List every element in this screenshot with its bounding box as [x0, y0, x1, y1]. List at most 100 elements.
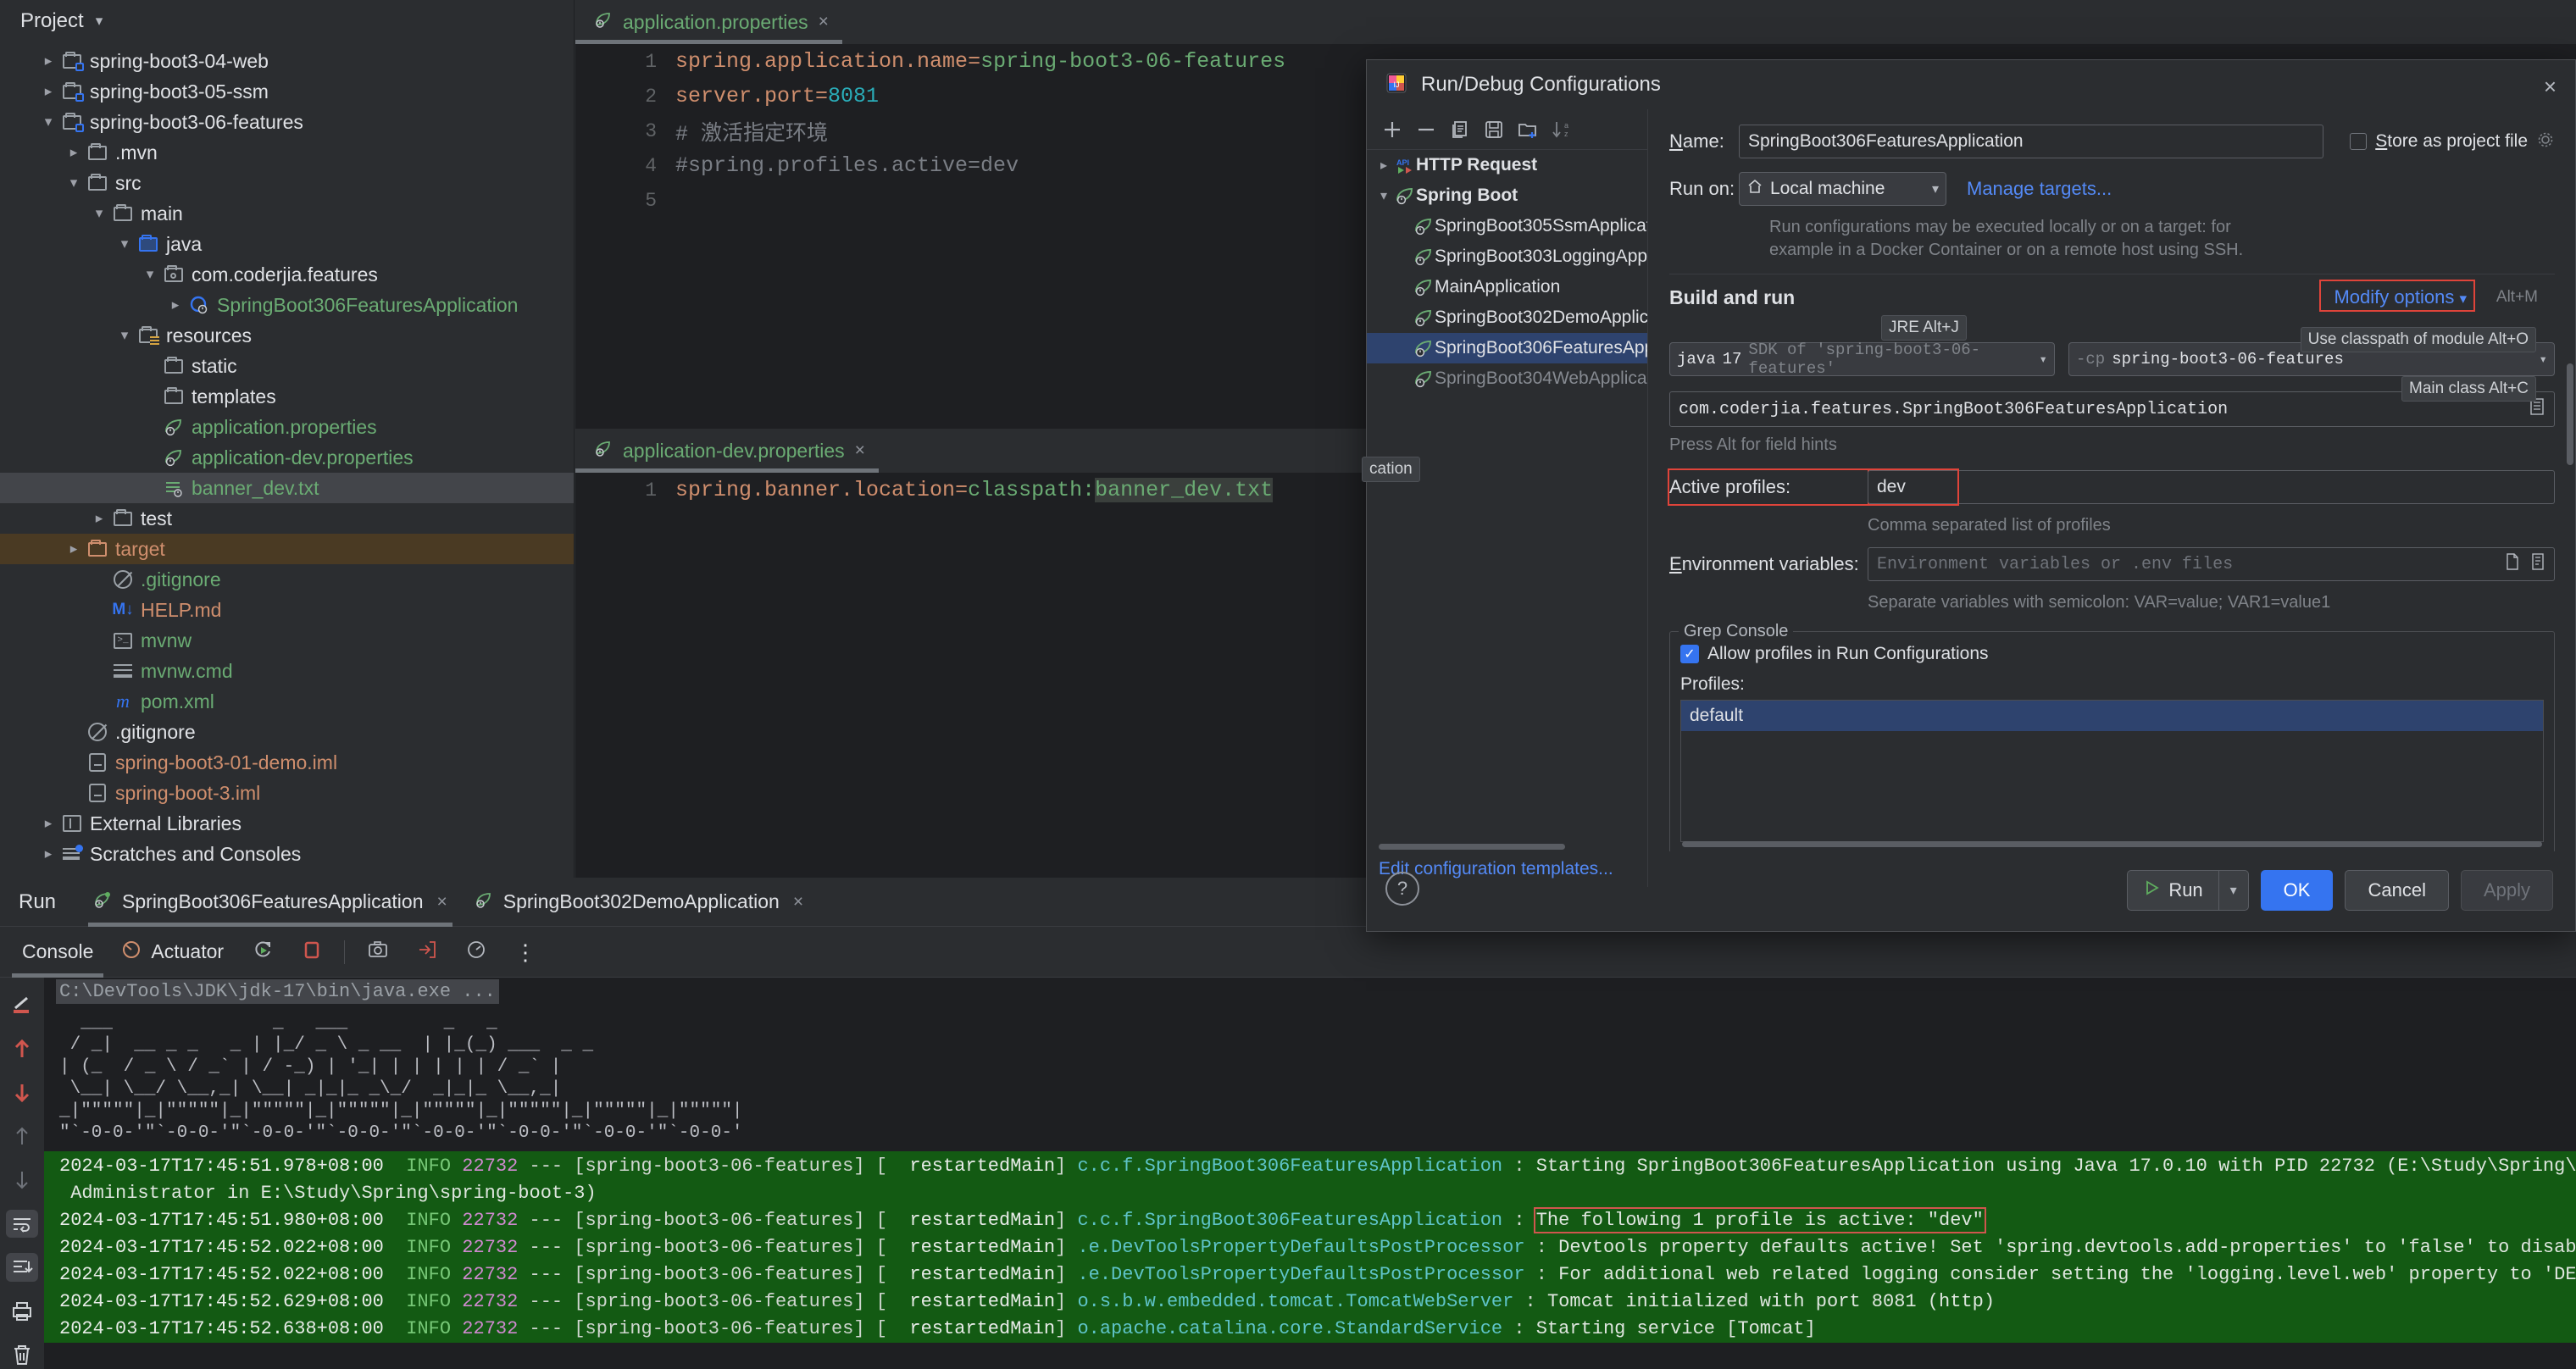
- tree-expander-icon[interactable]: ▾: [114, 327, 136, 344]
- run-config-tree-item[interactable]: SpringBoot303LoggingApplication: [1367, 241, 1647, 272]
- project-tree-item[interactable]: .gitignore: [0, 717, 574, 747]
- cancel-button[interactable]: Cancel: [2345, 870, 2448, 911]
- tree-expander-icon[interactable]: ▸: [63, 144, 85, 161]
- apply-button[interactable]: Apply: [2461, 870, 2553, 911]
- save-icon[interactable]: [1477, 113, 1511, 147]
- project-file-tree[interactable]: ▸spring-boot3-04-web▸spring-boot3-05-ssm…: [0, 42, 574, 878]
- print-icon[interactable]: [6, 1297, 38, 1326]
- project-tree-item[interactable]: ▸spring-boot3-05-ssm: [0, 76, 574, 107]
- dialog-title-bar[interactable]: IJ Run/Debug Configurations: [1367, 60, 2575, 109]
- chevron-down-icon[interactable]: ▾: [2039, 351, 2047, 368]
- run-on-combobox[interactable]: Local machine ▾: [1739, 172, 1946, 206]
- jre-combobox[interactable]: java 17 SDK of 'spring-boot3-06-features…: [1669, 342, 2055, 376]
- form-vertical-scrollbar[interactable]: [2567, 363, 2573, 465]
- clear-all-icon[interactable]: [6, 1341, 38, 1369]
- tree-expander-icon[interactable]: ▸: [37, 83, 59, 100]
- store-as-project-file-checkbox[interactable]: [2350, 133, 2367, 150]
- gear-icon[interactable]: [2536, 130, 2555, 153]
- grep-horizontal-scrollbar[interactable]: [1682, 841, 2542, 847]
- more-options-button[interactable]: ⋮: [501, 927, 550, 978]
- project-tree-item[interactable]: ▾spring-boot3-06-features: [0, 107, 574, 137]
- up-red-arrow-icon[interactable]: [6, 1035, 38, 1064]
- scroll-to-end-icon[interactable]: [6, 1253, 38, 1282]
- project-tree-item[interactable]: ▸target: [0, 534, 574, 564]
- profiler-button[interactable]: [452, 927, 501, 978]
- editor-tab-application-dev-properties[interactable]: application-dev.properties ×: [575, 429, 879, 473]
- project-tree-item[interactable]: banner_dev.txt: [0, 473, 574, 503]
- tree-expander-icon[interactable]: ▸: [88, 510, 110, 527]
- new-folder-icon[interactable]: [1511, 113, 1545, 147]
- project-tree-item[interactable]: application.properties: [0, 412, 574, 442]
- project-tree-item[interactable]: templates: [0, 381, 574, 412]
- tree-expander-icon[interactable]: ▾: [63, 175, 85, 191]
- allow-profiles-row[interactable]: ✓ Allow profiles in Run Configurations: [1680, 644, 2544, 664]
- name-input[interactable]: SpringBoot306FeaturesApplication: [1739, 125, 2323, 158]
- project-tree-item[interactable]: ▸Scratches and Consoles: [0, 839, 574, 869]
- active-profiles-input[interactable]: dev: [1868, 470, 2555, 504]
- config-tree-horizontal-scrollbar[interactable]: [1379, 844, 1565, 850]
- manage-targets-link[interactable]: Manage targets...: [1967, 178, 2112, 200]
- down-red-arrow-icon[interactable]: [6, 1078, 38, 1107]
- project-tree-item[interactable]: ▸spring-boot3-04-web: [0, 46, 574, 76]
- project-tree-item[interactable]: static: [0, 351, 574, 381]
- list-icon[interactable]: [2530, 552, 2545, 577]
- run-configurations-tree[interactable]: ▸APIHTTP Request▾Spring BootSpringBoot30…: [1367, 150, 1648, 851]
- project-panel-header[interactable]: Project ▾: [0, 0, 574, 42]
- run-config-tree-item[interactable]: SpringBoot305SsmApplication: [1367, 211, 1647, 241]
- tree-expander-icon[interactable]: ▾: [114, 236, 136, 252]
- modify-options-link[interactable]: Modify options ▾: [2334, 286, 2467, 308]
- soft-wrap-icon[interactable]: [6, 991, 38, 1020]
- project-tree-item[interactable]: mvnw.cmd: [0, 656, 574, 686]
- down-grey-arrow-icon[interactable]: [6, 1166, 38, 1194]
- tree-expander-icon[interactable]: ▸: [1374, 157, 1394, 174]
- run-config-tree-item[interactable]: SpringBoot302DemoApplication: [1367, 302, 1647, 333]
- project-tree-item[interactable]: ▾resources: [0, 320, 574, 351]
- tree-expander-icon[interactable]: ▾: [88, 205, 110, 222]
- run-config-tree-item[interactable]: ▸APIHTTP Request: [1367, 150, 1647, 180]
- console-tab[interactable]: Console: [8, 927, 107, 978]
- dialog-close-icon[interactable]: ×: [2544, 74, 2557, 100]
- run-split-button[interactable]: Run ▾: [2127, 870, 2248, 911]
- project-tree-item[interactable]: .gitignore: [0, 564, 574, 595]
- run-config-tree-item[interactable]: ▾Spring Boot: [1367, 180, 1647, 211]
- run-tab-springboot302[interactable]: SpringBoot302DemoApplication ×: [461, 878, 817, 927]
- project-tree-item[interactable]: M↓HELP.md: [0, 595, 574, 625]
- add-icon[interactable]: [1375, 113, 1409, 147]
- allow-profiles-checkbox[interactable]: ✓: [1680, 645, 1699, 663]
- stop-button[interactable]: [288, 927, 336, 978]
- remove-icon[interactable]: [1409, 113, 1443, 147]
- project-tree-item[interactable]: ▾src: [0, 168, 574, 198]
- tree-expander-icon[interactable]: ▸: [37, 815, 59, 832]
- project-tree-item[interactable]: ▾java: [0, 229, 574, 259]
- project-tree-item[interactable]: mpom.xml: [0, 686, 574, 717]
- close-icon[interactable]: ×: [819, 12, 829, 32]
- close-icon[interactable]: ×: [855, 441, 865, 461]
- up-grey-arrow-icon[interactable]: [6, 1122, 38, 1151]
- rerun-button[interactable]: [237, 927, 288, 978]
- tree-expander-icon[interactable]: ▸: [37, 53, 59, 69]
- tree-expander-icon[interactable]: ▾: [139, 266, 161, 283]
- project-tree-item[interactable]: spring-boot3-01-demo.iml: [0, 747, 574, 778]
- profiles-list[interactable]: default: [1680, 700, 2544, 842]
- run-button[interactable]: Run: [2127, 870, 2218, 911]
- tree-expander-icon[interactable]: ▾: [1374, 187, 1394, 204]
- copy-icon[interactable]: [1443, 113, 1477, 147]
- console-output[interactable]: C:\DevTools\JDK\jdk-17\bin\java.exe ... …: [44, 978, 2576, 1369]
- project-tree-item[interactable]: ▸SpringBoot306FeaturesApplication: [0, 290, 574, 320]
- run-config-tree-item[interactable]: MainApplication: [1367, 272, 1647, 302]
- sort-az-icon[interactable]: az: [1545, 113, 1579, 147]
- environment-variables-input[interactable]: Environment variables or .env files: [1868, 547, 2555, 581]
- close-icon[interactable]: ×: [793, 892, 803, 912]
- camera-button[interactable]: [353, 927, 402, 978]
- file-icon[interactable]: [2505, 552, 2520, 577]
- run-config-tree-item[interactable]: SpringBoot306FeaturesApplication: [1367, 333, 1647, 363]
- project-tree-item[interactable]: ▸.mvn: [0, 137, 574, 168]
- close-icon[interactable]: ×: [437, 892, 447, 912]
- editor-tab-application-properties[interactable]: application.properties ×: [575, 0, 842, 44]
- project-tree-item[interactable]: >_mvnw: [0, 625, 574, 656]
- project-tree-item[interactable]: ▸External Libraries: [0, 808, 574, 839]
- project-tree-item[interactable]: ▾com.coderjia.features: [0, 259, 574, 290]
- chevron-down-icon[interactable]: ▾: [1932, 180, 1939, 197]
- run-config-tree-item[interactable]: SpringBoot304WebApplication: [1367, 363, 1647, 394]
- run-tab-springboot306[interactable]: SpringBoot306FeaturesApplication ×: [80, 878, 461, 927]
